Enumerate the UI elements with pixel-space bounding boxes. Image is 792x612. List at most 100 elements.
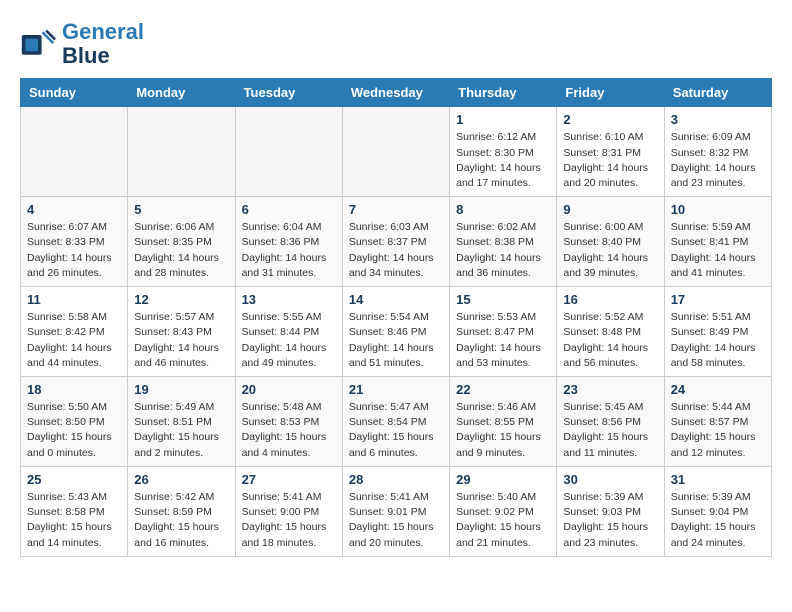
day-info: Sunrise: 6:04 AMSunset: 8:36 PMDaylight:… bbox=[242, 220, 336, 281]
calendar-cell: 26 Sunrise: 5:42 AMSunset: 8:59 PMDayligh… bbox=[128, 466, 235, 556]
day-info: Sunrise: 5:50 AMSunset: 8:50 PMDaylight:… bbox=[27, 400, 121, 461]
calendar-cell: 14Sunrise: 5:54 AMSunset: 8:46 PMDayligh… bbox=[342, 287, 449, 377]
day-info: Sunrise: 5:53 AMSunset: 8:47 PMDaylight:… bbox=[456, 310, 550, 371]
calendar-cell: 12Sunrise: 5:57 AMSunset: 8:43 PMDayligh… bbox=[128, 287, 235, 377]
day-number: 15 bbox=[456, 292, 550, 307]
weekday-header-friday: Friday bbox=[557, 79, 664, 107]
day-info: Sunrise: 5:52 AMSunset: 8:48 PMDaylight:… bbox=[563, 310, 657, 371]
calendar-cell: 3 Sunrise: 6:09 AMSunset: 8:32 PMDaylight… bbox=[664, 107, 771, 197]
calendar-cell: 8Sunrise: 6:02 AMSunset: 8:38 PMDaylight… bbox=[450, 197, 557, 287]
weekday-header-thursday: Thursday bbox=[450, 79, 557, 107]
day-number: 5 bbox=[134, 202, 228, 217]
day-info: Sunrise: 5:41 AMSunset: 9:00 PMDaylight:… bbox=[242, 490, 336, 551]
weekday-header-sunday: Sunday bbox=[21, 79, 128, 107]
day-number: 29 bbox=[456, 472, 550, 487]
calendar-cell: 31 Sunrise: 5:39 AMSunset: 9:04 PMDayligh… bbox=[664, 466, 771, 556]
day-info: Sunrise: 6:09 AMSunset: 8:32 PMDaylight:… bbox=[671, 130, 765, 191]
day-number: 8 bbox=[456, 202, 550, 217]
day-number: 27 bbox=[242, 472, 336, 487]
day-info: Sunrise: 5:42 AMSunset: 8:59 PMDaylight:… bbox=[134, 490, 228, 551]
day-number: 19 bbox=[134, 382, 228, 397]
day-info: Sunrise: 5:54 AMSunset: 8:46 PMDaylight:… bbox=[349, 310, 443, 371]
day-number: 2 bbox=[563, 112, 657, 127]
calendar-cell: 29 Sunrise: 5:40 AMSunset: 9:02 PMDayligh… bbox=[450, 466, 557, 556]
calendar-week-row: 1Sunrise: 6:12 AMSunset: 8:30 PMDaylight… bbox=[21, 107, 772, 197]
calendar-cell: 18 Sunrise: 5:50 AMSunset: 8:50 PMDayligh… bbox=[21, 377, 128, 467]
day-number: 22 bbox=[456, 382, 550, 397]
calendar-week-row: 18 Sunrise: 5:50 AMSunset: 8:50 PMDayligh… bbox=[21, 377, 772, 467]
day-info: Sunrise: 6:07 AMSunset: 8:33 PMDaylight:… bbox=[27, 220, 121, 281]
calendar-cell: 17 Sunrise: 5:51 AMSunset: 8:49 PMDayligh… bbox=[664, 287, 771, 377]
day-number: 7 bbox=[349, 202, 443, 217]
logo-icon bbox=[20, 26, 56, 62]
day-number: 6 bbox=[242, 202, 336, 217]
weekday-header-row: SundayMondayTuesdayWednesdayThursdayFrid… bbox=[21, 79, 772, 107]
day-info: Sunrise: 5:45 AMSunset: 8:56 PMDaylight:… bbox=[563, 400, 657, 461]
day-info: Sunrise: 5:51 AMSunset: 8:49 PMDaylight:… bbox=[671, 310, 765, 371]
calendar-week-row: 25Sunrise: 5:43 AMSunset: 8:58 PMDayligh… bbox=[21, 466, 772, 556]
day-info: Sunrise: 5:48 AMSunset: 8:53 PMDaylight:… bbox=[242, 400, 336, 461]
day-number: 12 bbox=[134, 292, 228, 307]
day-info: Sunrise: 5:58 AMSunset: 8:42 PMDaylight:… bbox=[27, 310, 121, 371]
day-number: 26 bbox=[134, 472, 228, 487]
calendar-week-row: 11 Sunrise: 5:58 AMSunset: 8:42 PMDayligh… bbox=[21, 287, 772, 377]
day-number: 10 bbox=[671, 202, 765, 217]
day-number: 17 bbox=[671, 292, 765, 307]
day-number: 13 bbox=[242, 292, 336, 307]
calendar-cell: 5 Sunrise: 6:06 AMSunset: 8:35 PMDaylight… bbox=[128, 197, 235, 287]
day-number: 28 bbox=[349, 472, 443, 487]
calendar-cell: 30 Sunrise: 5:39 AMSunset: 9:03 PMDayligh… bbox=[557, 466, 664, 556]
calendar-week-row: 4 Sunrise: 6:07 AMSunset: 8:33 PMDaylight… bbox=[21, 197, 772, 287]
calendar-cell: 22 Sunrise: 5:46 AMSunset: 8:55 PMDayligh… bbox=[450, 377, 557, 467]
day-number: 3 bbox=[671, 112, 765, 127]
day-info: Sunrise: 5:39 AMSunset: 9:04 PMDaylight:… bbox=[671, 490, 765, 551]
day-number: 21 bbox=[349, 382, 443, 397]
weekday-header-wednesday: Wednesday bbox=[342, 79, 449, 107]
calendar-cell: 28 Sunrise: 5:41 AMSunset: 9:01 PMDayligh… bbox=[342, 466, 449, 556]
day-info: Sunrise: 5:40 AMSunset: 9:02 PMDaylight:… bbox=[456, 490, 550, 551]
day-info: Sunrise: 5:59 AMSunset: 8:41 PMDaylight:… bbox=[671, 220, 765, 281]
calendar-cell bbox=[342, 107, 449, 197]
day-number: 30 bbox=[563, 472, 657, 487]
day-number: 16 bbox=[563, 292, 657, 307]
calendar-cell: 27 Sunrise: 5:41 AMSunset: 9:00 PMDayligh… bbox=[235, 466, 342, 556]
calendar-cell: 24 Sunrise: 5:44 AMSunset: 8:57 PMDayligh… bbox=[664, 377, 771, 467]
day-info: Sunrise: 5:39 AMSunset: 9:03 PMDaylight:… bbox=[563, 490, 657, 551]
calendar-cell: 19 Sunrise: 5:49 AMSunset: 8:51 PMDayligh… bbox=[128, 377, 235, 467]
day-number: 31 bbox=[671, 472, 765, 487]
calendar-cell: 2 Sunrise: 6:10 AMSunset: 8:31 PMDaylight… bbox=[557, 107, 664, 197]
day-info: Sunrise: 5:55 AMSunset: 8:44 PMDaylight:… bbox=[242, 310, 336, 371]
day-info: Sunrise: 5:46 AMSunset: 8:55 PMDaylight:… bbox=[456, 400, 550, 461]
calendar-cell: 10 Sunrise: 5:59 AMSunset: 8:41 PMDayligh… bbox=[664, 197, 771, 287]
day-number: 23 bbox=[563, 382, 657, 397]
page-header: GeneralBlue bbox=[20, 20, 772, 68]
day-info: Sunrise: 6:00 AMSunset: 8:40 PMDaylight:… bbox=[563, 220, 657, 281]
day-number: 1 bbox=[456, 112, 550, 127]
weekday-header-monday: Monday bbox=[128, 79, 235, 107]
day-info: Sunrise: 6:10 AMSunset: 8:31 PMDaylight:… bbox=[563, 130, 657, 191]
day-info: Sunrise: 5:44 AMSunset: 8:57 PMDaylight:… bbox=[671, 400, 765, 461]
day-info: Sunrise: 5:49 AMSunset: 8:51 PMDaylight:… bbox=[134, 400, 228, 461]
logo: GeneralBlue bbox=[20, 20, 144, 68]
calendar-page: GeneralBlue SundayMondayTuesdayWednesday… bbox=[0, 0, 792, 567]
day-number: 9 bbox=[563, 202, 657, 217]
day-number: 24 bbox=[671, 382, 765, 397]
calendar-cell: 6 Sunrise: 6:04 AMSunset: 8:36 PMDaylight… bbox=[235, 197, 342, 287]
day-number: 11 bbox=[27, 292, 121, 307]
day-info: Sunrise: 5:43 AMSunset: 8:58 PMDaylight:… bbox=[27, 490, 121, 551]
day-info: Sunrise: 6:06 AMSunset: 8:35 PMDaylight:… bbox=[134, 220, 228, 281]
calendar-cell: 7 Sunrise: 6:03 AMSunset: 8:37 PMDaylight… bbox=[342, 197, 449, 287]
calendar-cell: 20 Sunrise: 5:48 AMSunset: 8:53 PMDayligh… bbox=[235, 377, 342, 467]
calendar-cell: 13 Sunrise: 5:55 AMSunset: 8:44 PMDayligh… bbox=[235, 287, 342, 377]
calendar-cell: 11 Sunrise: 5:58 AMSunset: 8:42 PMDayligh… bbox=[21, 287, 128, 377]
day-info: Sunrise: 5:41 AMSunset: 9:01 PMDaylight:… bbox=[349, 490, 443, 551]
day-info: Sunrise: 6:03 AMSunset: 8:37 PMDaylight:… bbox=[349, 220, 443, 281]
calendar-cell bbox=[235, 107, 342, 197]
day-number: 4 bbox=[27, 202, 121, 217]
calendar-cell bbox=[21, 107, 128, 197]
day-number: 20 bbox=[242, 382, 336, 397]
day-number: 18 bbox=[27, 382, 121, 397]
calendar-cell: 25Sunrise: 5:43 AMSunset: 8:58 PMDayligh… bbox=[21, 466, 128, 556]
calendar-cell: 21Sunrise: 5:47 AMSunset: 8:54 PMDayligh… bbox=[342, 377, 449, 467]
calendar-cell: 16 Sunrise: 5:52 AMSunset: 8:48 PMDayligh… bbox=[557, 287, 664, 377]
